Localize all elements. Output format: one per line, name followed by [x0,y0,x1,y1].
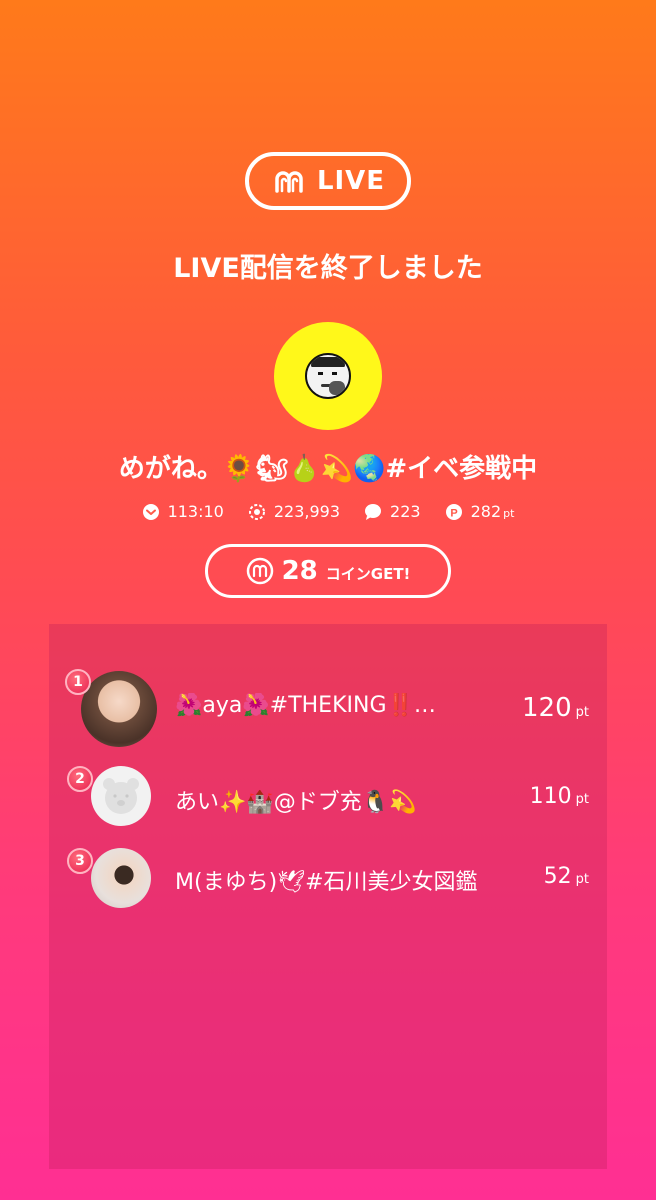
page-title: LIVE配信を終了しました [173,253,483,284]
stat-viewers-value: 223,993 [273,502,341,521]
ranker-name: M(まゆち)🕊#石川美少女図鑑 [175,870,478,895]
comment-bubble-icon [364,503,382,521]
mixchannel-live-logo: LIVE [245,152,411,210]
stat-duration: 113:10 [142,502,224,521]
stats-row: 113:10 223,993 223 P 282 pt [0,502,656,521]
ranking-row[interactable]: 2 あい✨🏰@ドブ充🐧💫 110 pt [49,766,607,846]
coin-m-icon [246,557,273,585]
ranker-points-value: 120 [522,693,572,723]
logo-text: LIVE [316,166,386,196]
ranker-points-value: 110 [529,784,572,809]
ranking-row[interactable]: 3 M(まゆち)🕊#石川美少女図鑑 52 pt [49,848,607,928]
chevron-down-circle-icon [142,503,160,521]
points-p-icon: P [445,503,463,521]
rank-badge: 3 [67,848,93,874]
streamer-avatar[interactable] [274,322,382,430]
m-logo-icon [275,171,303,193]
stat-comments-value: 223 [390,502,421,521]
stat-points-unit: pt [503,507,515,520]
ranker-points-unit: pt [575,705,589,720]
rank-badge: 1 [65,669,91,695]
ranker-avatar[interactable] [81,671,157,747]
stat-points: P 282 pt [445,502,515,521]
ranker-points: 52 pt [544,864,589,889]
default-bear-avatar-icon [103,778,139,814]
ranker-points-unit: pt [575,792,589,807]
ranker-points: 120 pt [522,693,589,723]
streamer-name: めがね。🌻🐿🍐💫🌏#イベ参戦中 [118,454,538,484]
ranker-avatar[interactable] [91,848,151,908]
ranker-points: 110 pt [530,784,589,809]
coins-label: コインGET! [325,564,411,583]
ranker-points-value: 52 [543,864,572,889]
stat-points-value: 282 [470,502,502,521]
viewers-icon [248,503,266,521]
coins-earned-badge: 28 コインGET! [205,544,451,598]
ranker-name: 🌺aya🌺#THEKING‼️… [175,693,436,718]
gift-ranking-panel: 1 🌺aya🌺#THEKING‼️… 120 pt 2 あい✨🏰@ドブ充🐧💫 11… [49,624,607,1169]
ranking-row[interactable]: 1 🌺aya🌺#THEKING‼️… 120 pt [49,669,607,751]
coins-count: 28 [281,556,318,586]
stat-duration-value: 113:10 [167,502,224,521]
ranker-avatar-default[interactable] [91,766,151,826]
svg-text:P: P [450,507,457,519]
streamer-face-image [305,353,351,399]
ranker-points-unit: pt [575,872,589,887]
ranker-name: あい✨🏰@ドブ充🐧💫 [175,790,417,815]
stat-viewers: 223,993 [248,502,340,521]
rank-badge: 2 [67,766,93,792]
stat-comments: 223 [364,502,421,521]
